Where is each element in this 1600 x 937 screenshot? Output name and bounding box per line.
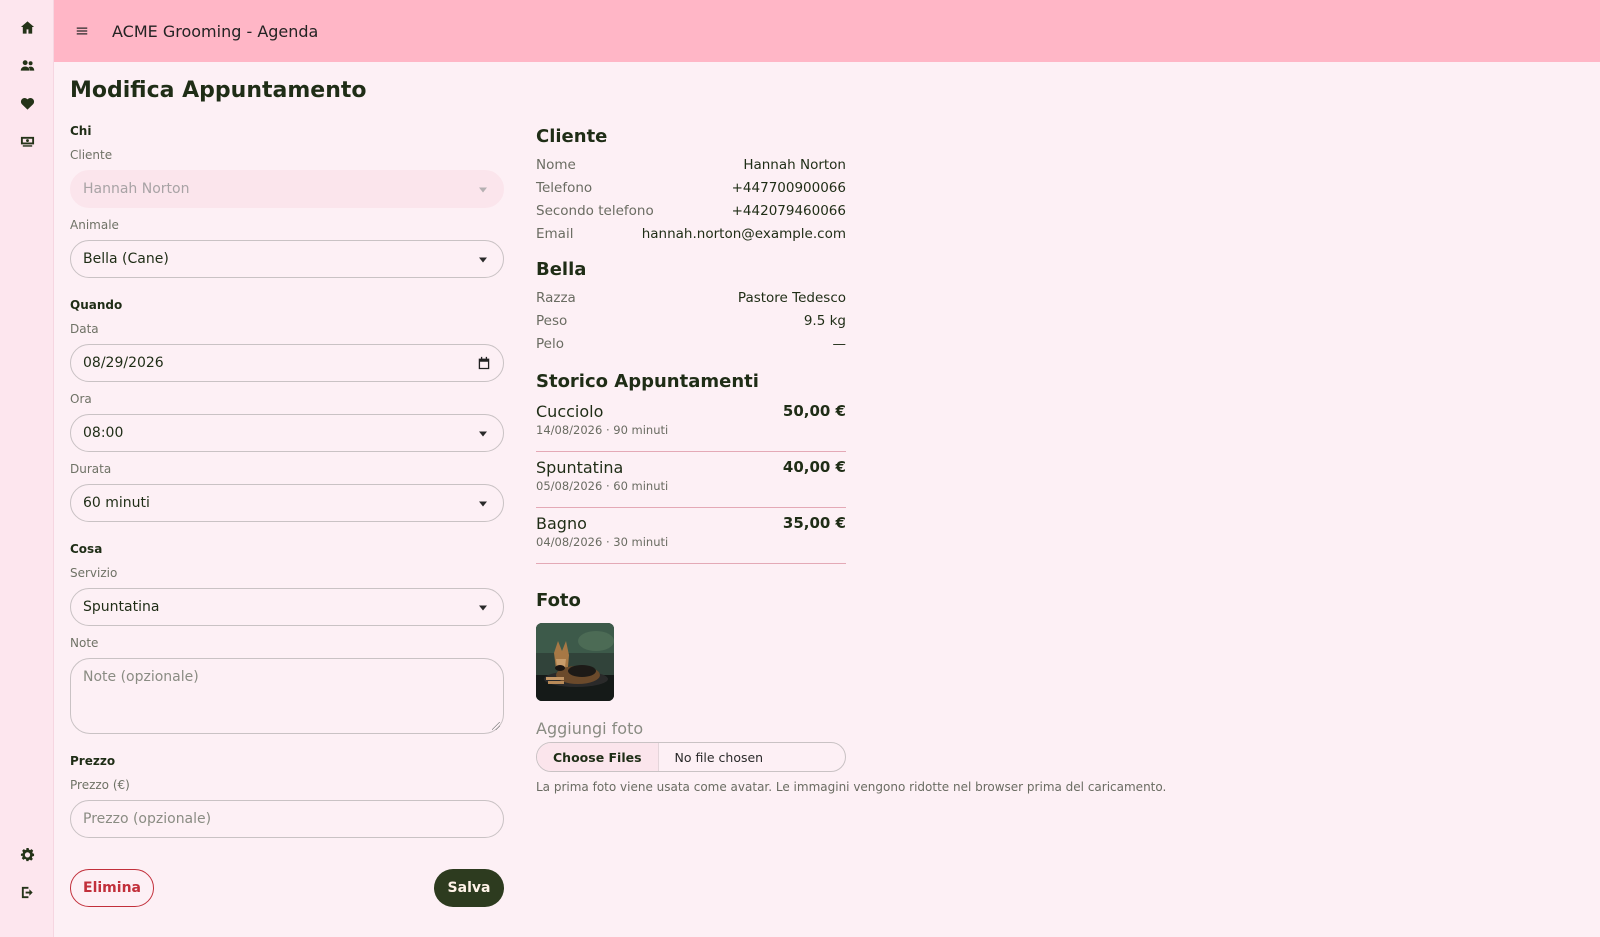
client-select-value: Hannah Norton	[83, 181, 190, 197]
no-file-text: No file chosen	[674, 749, 764, 765]
chevron-down-icon	[479, 501, 487, 507]
client-row-value: Hannah Norton	[743, 156, 846, 173]
pet-label: Animale	[70, 218, 119, 232]
client-details: Nome Hannah Norton Telefono +447700900066 …	[536, 153, 846, 245]
price-input[interactable]: Prezzo (opzionale)	[70, 800, 504, 838]
service-label: Servizio	[70, 566, 118, 580]
home-icon[interactable]	[15, 15, 39, 39]
history-meta: 14/08/2026 · 90 minuti	[536, 423, 669, 437]
form-actions: Elimina Salva	[70, 869, 504, 907]
client-row: Email hannah.norton@example.com	[536, 222, 846, 245]
calendar-icon[interactable]	[477, 356, 491, 370]
time-label: Ora	[70, 392, 92, 406]
history-item: Cucciolo 14/08/2026 · 90 minuti 50,00 €	[536, 396, 846, 452]
photo-hint: La prima foto viene usata come avatar. L…	[536, 780, 1167, 794]
client-row-value: +447700900066	[731, 179, 846, 196]
client-row-label: Nome	[536, 156, 576, 173]
chevron-down-icon	[479, 187, 487, 193]
resize-handle[interactable]	[492, 722, 500, 730]
history-list: Cucciolo 14/08/2026 · 90 minuti 50,00 € …	[536, 396, 846, 564]
delete-button[interactable]: Elimina	[70, 869, 154, 907]
history-price: 35,00 €	[782, 514, 846, 532]
chevron-down-icon	[479, 431, 487, 437]
client-select: Hannah Norton	[70, 170, 504, 208]
client-row-value: +442079460066	[731, 202, 846, 219]
pet-row-label: Razza	[536, 289, 576, 306]
client-row: Secondo telefono +442079460066	[536, 199, 846, 222]
price-label: Prezzo (€)	[70, 778, 130, 792]
menu-icon[interactable]	[70, 19, 94, 43]
section-who-heading: Chi	[70, 124, 92, 138]
users-icon[interactable]	[15, 53, 39, 77]
date-label: Data	[70, 322, 99, 336]
date-input-value: 08/29/2026	[83, 355, 164, 371]
date-input[interactable]: 08/29/2026	[70, 344, 504, 382]
info-panel: Cliente Nome Hannah Norton Telefono +44770…	[536, 126, 1167, 794]
file-input[interactable]: Choose Files No file chosen	[536, 742, 846, 772]
logout-icon[interactable]	[15, 880, 39, 904]
history-item: Spuntatina 05/08/2026 · 60 minuti 40,00 …	[536, 452, 846, 508]
pet-select[interactable]: Bella (Cane)	[70, 240, 504, 278]
appointment-form: Chi Cliente Hannah Norton Animale Bella …	[70, 124, 504, 838]
notes-textarea[interactable]: Note (opzionale)	[70, 658, 504, 734]
notes-label: Note	[70, 636, 99, 650]
top-bar: ACME Grooming - Agenda	[54, 0, 1600, 62]
pet-row-value: 9.5 kg	[803, 312, 846, 329]
pet-photo-thumbnail[interactable]	[536, 623, 614, 701]
client-row-label: Secondo telefono	[536, 202, 654, 219]
side-rail	[0, 0, 54, 937]
pet-row-label: Pelo	[536, 335, 564, 352]
heart-icon[interactable]	[15, 91, 39, 115]
section-when-heading: Quando	[70, 298, 123, 312]
client-row-label: Telefono	[536, 179, 593, 196]
choose-files-button[interactable]: Choose Files	[537, 743, 659, 771]
history-price: 50,00 €	[782, 402, 846, 420]
chevron-down-icon	[479, 605, 487, 611]
pet-row: Razza Pastore Tedesco	[536, 286, 846, 309]
add-photo-label: Aggiungi foto	[536, 719, 644, 738]
client-row: Telefono +447700900066	[536, 176, 846, 199]
app-title: ACME Grooming - Agenda	[112, 21, 319, 41]
gear-icon[interactable]	[15, 842, 39, 866]
duration-select[interactable]: 60 minuti	[70, 484, 504, 522]
price-placeholder: Prezzo (opzionale)	[83, 811, 212, 827]
page-title: Modifica Appuntamento	[70, 78, 367, 103]
client-label: Cliente	[70, 148, 113, 162]
pet-details: Razza Pastore Tedesco Peso 9.5 kg Pelo —	[536, 286, 846, 355]
dog-photo-image	[536, 623, 614, 701]
pet-row-value: Pastore Tedesco	[737, 289, 846, 306]
pet-row: Pelo —	[536, 332, 846, 355]
client-row-value: hannah.norton@example.com	[641, 225, 846, 242]
section-price-heading: Prezzo	[70, 754, 116, 768]
time-select-value: 08:00	[83, 425, 124, 441]
history-price: 40,00 €	[782, 458, 846, 476]
duration-label: Durata	[70, 462, 112, 476]
time-select[interactable]: 08:00	[70, 414, 504, 452]
service-select[interactable]: Spuntatina	[70, 588, 504, 626]
client-row-label: Email	[536, 225, 574, 242]
client-row: Nome Hannah Norton	[536, 153, 846, 176]
history-heading: Storico Appuntamenti	[536, 371, 759, 392]
duration-select-value: 60 minuti	[83, 495, 150, 511]
chevron-down-icon	[479, 257, 487, 263]
pet-select-value: Bella (Cane)	[83, 251, 169, 267]
notes-placeholder: Note (opzionale)	[83, 669, 199, 685]
history-meta: 04/08/2026 · 30 minuti	[536, 535, 669, 549]
pet-row: Peso 9.5 kg	[536, 309, 846, 332]
history-item: Bagno 04/08/2026 · 30 minuti 35,00 €	[536, 508, 846, 564]
pet-heading: Bella	[536, 259, 587, 280]
service-select-value: Spuntatina	[83, 599, 160, 615]
photos-heading: Foto	[536, 590, 581, 611]
pet-row-value: —	[832, 335, 847, 352]
client-heading: Cliente	[536, 126, 608, 147]
section-what-heading: Cosa	[70, 542, 103, 556]
history-meta: 05/08/2026 · 60 minuti	[536, 479, 669, 493]
save-button[interactable]: Salva	[434, 869, 504, 907]
cash-icon[interactable]	[15, 129, 39, 153]
pet-row-label: Peso	[536, 312, 568, 329]
